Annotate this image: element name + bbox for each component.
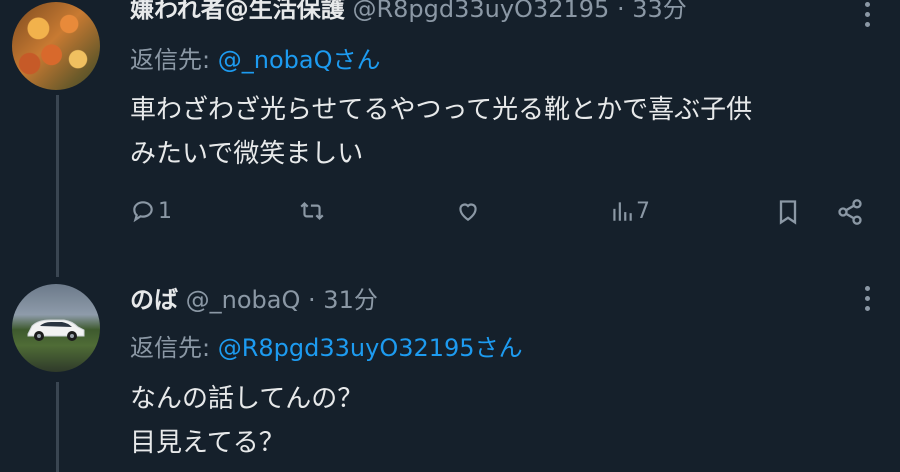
tweet-text-line: みたいで微笑ましい: [130, 139, 364, 169]
more-vertical-icon[interactable]: [862, 286, 872, 316]
timestamp[interactable]: 33分: [632, 0, 687, 23]
bookmark-button[interactable]: [776, 198, 800, 226]
autumn-leaves-avatar[interactable]: [12, 2, 100, 90]
bookmark-icon: [776, 198, 800, 226]
more-vertical-icon[interactable]: [862, 2, 872, 32]
heart-icon: [454, 198, 482, 224]
white-car-avatar[interactable]: [12, 284, 100, 372]
reply-count: 1: [158, 198, 172, 224]
views-button[interactable]: 7: [610, 198, 650, 224]
tweet-text-line: 目見えてる？: [130, 428, 285, 458]
reply-to-label: 返信先:: [130, 334, 211, 362]
user-handle[interactable]: @_nobaQ: [186, 286, 301, 314]
views-count: 7: [636, 198, 650, 224]
tweet-body: なんの話してんの？ 目見えてる？: [130, 377, 363, 465]
reply-to-handle-link[interactable]: @_nobaQさん: [218, 46, 381, 74]
thread-connector-line: [56, 95, 59, 277]
user-handle[interactable]: @R8pgd33uyO32195: [352, 0, 609, 23]
separator-dot: ·: [616, 0, 625, 23]
tweet-text-line: なんの話してんの？: [130, 384, 364, 414]
tweet-text-line: 車わざわざ光らせてるやつって光る靴とかで喜ぶ子供: [130, 95, 753, 125]
separator-dot: ·: [308, 286, 316, 314]
reply-to-line: 返信先: @_nobaQさん: [130, 45, 380, 75]
thread-connector-line: [56, 382, 59, 472]
display-name[interactable]: 嫌われ者@生活保護: [130, 0, 345, 23]
like-button[interactable]: [454, 198, 482, 224]
tweet-header: 嫌われ者@生活保護 @R8pgd33uyO32195 · 33分: [130, 0, 687, 24]
reply-to-handle-link[interactable]: @R8pgd33uyO32195さん: [218, 334, 523, 362]
tweet-body: 車わざわざ光らせてるやつって光る靴とかで喜ぶ子供 みたいで微笑ましい: [130, 88, 752, 176]
reply-button[interactable]: 1: [130, 198, 172, 224]
views-chart-icon: [610, 198, 634, 224]
retweet-button[interactable]: [298, 198, 326, 224]
tweet-action-bar: 1 7: [130, 198, 875, 234]
share-icon: [836, 198, 864, 226]
reply-to-label: 返信先:: [130, 46, 211, 74]
display-name[interactable]: のば: [130, 286, 178, 314]
retweet-icon: [298, 198, 326, 224]
timestamp[interactable]: 31分: [323, 286, 378, 314]
reply-to-line: 返信先: @R8pgd33uyO32195さん: [130, 333, 523, 363]
tweet-header: のば @_nobaQ · 31分: [130, 285, 378, 315]
reply-icon: [130, 198, 156, 224]
share-button[interactable]: [836, 198, 864, 226]
